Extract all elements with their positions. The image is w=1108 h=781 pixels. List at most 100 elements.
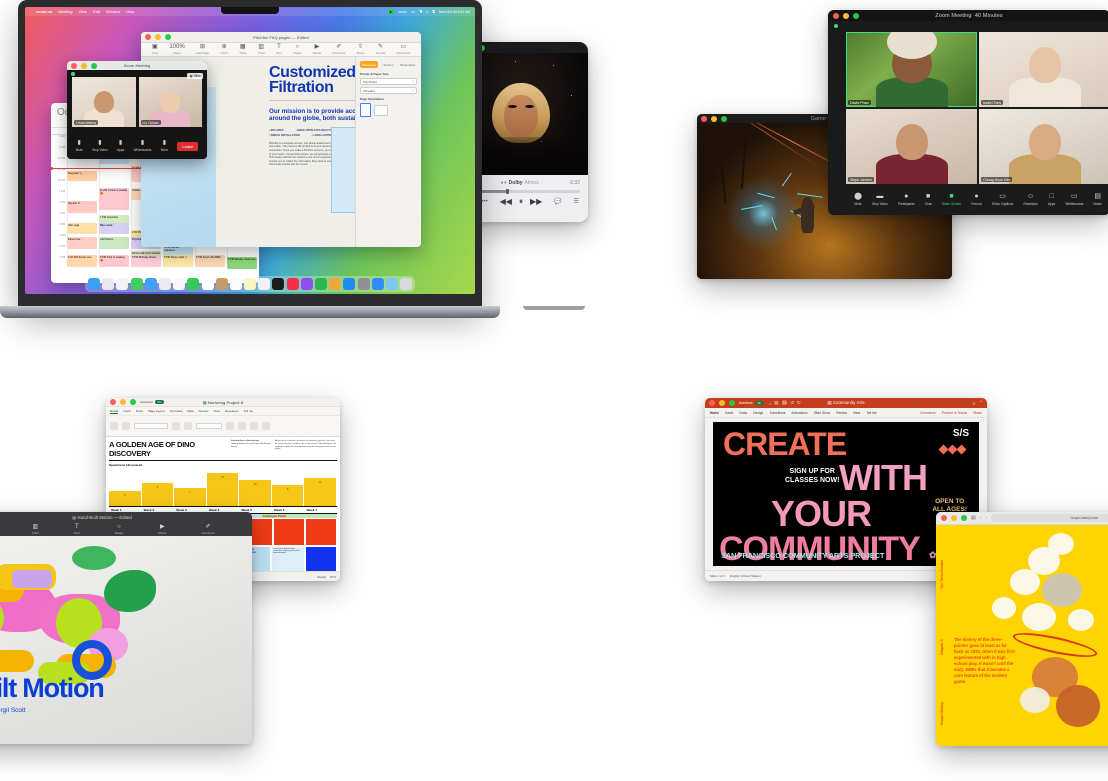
dock-photos-icon[interactable]: [173, 278, 186, 290]
pages-view-button[interactable]: ▣ View: [152, 44, 158, 55]
ppt-ribbon-tab-home[interactable]: Home: [710, 411, 719, 415]
excel-ribbon-tab-page-layout[interactable]: Page Layout: [148, 409, 165, 413]
pages-toolbar[interactable]: ▣ View 100% Zoom ⊞ Add Page ⊕ Insert ▦ Table ▥ Char…: [141, 43, 421, 57]
next-track-icon[interactable]: ▶▶: [530, 197, 542, 206]
pages-titlebar[interactable]: Pitchfox FAQ.pages — Edited: [141, 32, 421, 43]
zoom-mute-button[interactable]: ⬤ Mute: [854, 193, 862, 206]
menu-item-view[interactable]: View: [78, 9, 87, 14]
maximize-icon[interactable]: [130, 399, 136, 405]
window-controls[interactable]: [701, 115, 727, 122]
dock-trash-icon[interactable]: [400, 278, 413, 290]
window-controls[interactable]: [110, 399, 136, 405]
maximize-icon[interactable]: [165, 34, 171, 40]
close-icon[interactable]: [833, 12, 839, 19]
minimize-icon[interactable]: [951, 515, 957, 521]
excel-ribbon-tab-insert[interactable]: Insert: [123, 409, 131, 413]
paste-icon[interactable]: [110, 422, 118, 430]
close-icon[interactable]: [709, 400, 715, 406]
ribbon-toggle-icon[interactable]: ⌃: [979, 400, 983, 406]
calendar-event[interactable]: 5 PM Trick or treating 🎃: [99, 255, 130, 267]
analyze-data-icon[interactable]: [262, 422, 270, 430]
save-icon[interactable]: ▤: [774, 400, 778, 406]
zoom-mini-window[interactable]: Zoom Meeting ▦ View Linda Ardrey Liz Ocha…: [67, 61, 207, 159]
menu-item-zoom-us[interactable]: zoom.us: [36, 9, 52, 14]
calendar-event[interactable]: Parent tea...: [67, 237, 98, 249]
excel-ribbon-tab-developer[interactable]: Developer: [225, 409, 239, 413]
excel-ribbon-tab-draw[interactable]: Draw: [136, 409, 143, 413]
dock-music-icon[interactable]: [286, 278, 299, 290]
ppt-ribbon-tab-review[interactable]: Review: [836, 411, 847, 415]
inspector-tab-section[interactable]: Section: [379, 61, 397, 68]
ppt-ribbon-tab-tell-me[interactable]: Tell me: [866, 411, 876, 415]
close-icon[interactable]: [71, 62, 77, 69]
zoom-toolbar[interactable]: ⬤ Mute ▬ Stop Video ● Participants ■ Chat ■ Share…: [846, 184, 1108, 215]
previous-track-icon[interactable]: ◀◀: [500, 197, 512, 206]
calendar-event[interactable]: Visit yoga: [67, 223, 98, 234]
close-icon[interactable]: [941, 515, 947, 521]
excel-titlebar[interactable]: AutoSave On ▦ Nurturing Project 6: [106, 398, 340, 407]
zoom-participant-grid[interactable]: David Phan Isabel Toby Steph Jardine Chung …: [846, 32, 1108, 184]
powerpoint-titlebar[interactable]: AutoSave On ⌂ ▤ 🖨 ↺ ↻ ▤ Community Arts ⌕…: [705, 398, 987, 408]
menu-bar-clock[interactable]: Mon Oct 30 9:41 AM: [439, 10, 470, 14]
keynote-shape-button[interactable]: ○ Shape: [115, 524, 124, 535]
zoom-apps-button[interactable]: □ Apps: [1048, 193, 1055, 206]
keynote-slide-canvas[interactable]: Built Motion Project by Virgil Scott: [0, 536, 252, 744]
dock-messages-icon[interactable]: [130, 278, 143, 290]
safari-web-content[interactable]: 3 The Three-Pointer Chapter 3 Hoops Hist…: [936, 525, 1108, 746]
calendar-event[interactable]: 5 PM Birthday dinner: [131, 255, 162, 267]
ppt-comments-button[interactable]: Comments: [920, 411, 936, 415]
menu-bar-status[interactable]: ▶ zoom ▭ ◥ ⌕ ⧉ Mon Oct 30 9:41 AM: [387, 9, 470, 14]
zoom-mini-participant-tile[interactable]: Liz Ochan: [138, 77, 202, 127]
lyrics-icon[interactable]: 💬: [554, 199, 561, 205]
paper-size-select[interactable]: US Letter ⌃: [360, 87, 417, 94]
pages-zoom-button[interactable]: 100% Zoom: [169, 44, 184, 55]
safari-window[interactable]: ▤ ‹ › hoops-history.com ⟳ ⇧ + 3 The Thre…: [936, 512, 1108, 746]
safari-titlebar[interactable]: ▤ ‹ › hoops-history.com ⟳ ⇧ +: [936, 512, 1108, 525]
search-icon[interactable]: ⌕: [973, 401, 976, 406]
align-icon[interactable]: [184, 422, 192, 430]
dock-mail-icon[interactable]: [144, 278, 157, 290]
zoom-record-button[interactable]: ● Record: [971, 193, 981, 206]
ppt-ribbon-tab-slide-show[interactable]: Slide Show: [814, 411, 831, 415]
zoom-participant-tile[interactable]: David Phan: [846, 32, 977, 107]
search-icon[interactable]: ⌕: [426, 9, 428, 14]
zoom-stop-video-button[interactable]: ▬ Stop Video: [872, 193, 888, 206]
dock-facetime-icon[interactable]: [187, 278, 200, 290]
excel-ribbon-tab-home[interactable]: Home: [110, 409, 119, 414]
keynote-window[interactable]: ▤ Hand-Built Motion — Edited ▦Table▥Char…: [0, 512, 252, 744]
pages-comment-button[interactable]: ✐ Comment: [332, 44, 345, 55]
dock-maps-icon[interactable]: [158, 278, 171, 290]
zoom-meeting-window[interactable]: Zoom Meeting 40 Minutes David Phan Isabel…: [828, 10, 1108, 215]
calendar-event[interactable]: Call Grand...: [99, 237, 130, 249]
language-label[interactable]: English (United States): [730, 574, 761, 578]
excel-ribbon-tabs[interactable]: Home Insert Draw Page Layout Formulas Data Rev…: [106, 407, 340, 416]
macbook-screen[interactable]: zoom.us Meeting View Edit Window Help ▶ zoom …: [25, 7, 475, 294]
dock-downloads-icon[interactable]: [385, 278, 398, 290]
home-icon[interactable]: ⌂: [769, 401, 772, 406]
dock-safari-icon[interactable]: [116, 278, 129, 290]
pages-document-button[interactable]: ▭ Document: [397, 44, 411, 55]
pages-table-button[interactable]: ▦ Table: [239, 44, 246, 55]
zoom-mini-more-button[interactable]: ▮ More: [161, 140, 168, 153]
queue-icon[interactable]: ☰: [574, 199, 579, 205]
number-format-select[interactable]: [196, 423, 222, 429]
calendar-event[interactable]: 5 PM Movie night 🍿: [163, 255, 194, 267]
keynote-media-button[interactable]: ▶ Media: [158, 524, 166, 535]
calendar-event[interactable]: 11 AM Costume parade 🎃: [99, 188, 130, 210]
maximize-icon[interactable]: [91, 62, 97, 69]
inspector-tab-bookmarks[interactable]: Bookmarks: [399, 61, 417, 68]
zoom-mini-apps-button[interactable]: ▮ Apps: [117, 140, 124, 153]
calendar-event[interactable]: 5 PM Weekly meal prep: [227, 257, 258, 269]
calendar-event[interactable]: Number P...: [67, 201, 98, 213]
zoom-participant-tile[interactable]: Chung Hoon Kim: [979, 109, 1108, 184]
zoom-leave-button[interactable]: Leave: [177, 141, 199, 151]
close-icon[interactable]: [145, 34, 151, 40]
orientation-portrait-button[interactable]: [360, 103, 371, 117]
format-painter-icon[interactable]: [122, 422, 130, 430]
inspector-tab-document[interactable]: Document: [360, 61, 379, 68]
ppt-present-in-teams-button[interactable]: Present in Teams: [942, 411, 967, 415]
control-center-icon[interactable]: ⧉: [432, 9, 435, 14]
zoom-status-chip[interactable]: ▶: [387, 9, 395, 14]
zoom-participant-tile[interactable]: Steph Jardine: [846, 109, 977, 184]
excel-zoom-level[interactable]: 87%: [330, 575, 336, 579]
